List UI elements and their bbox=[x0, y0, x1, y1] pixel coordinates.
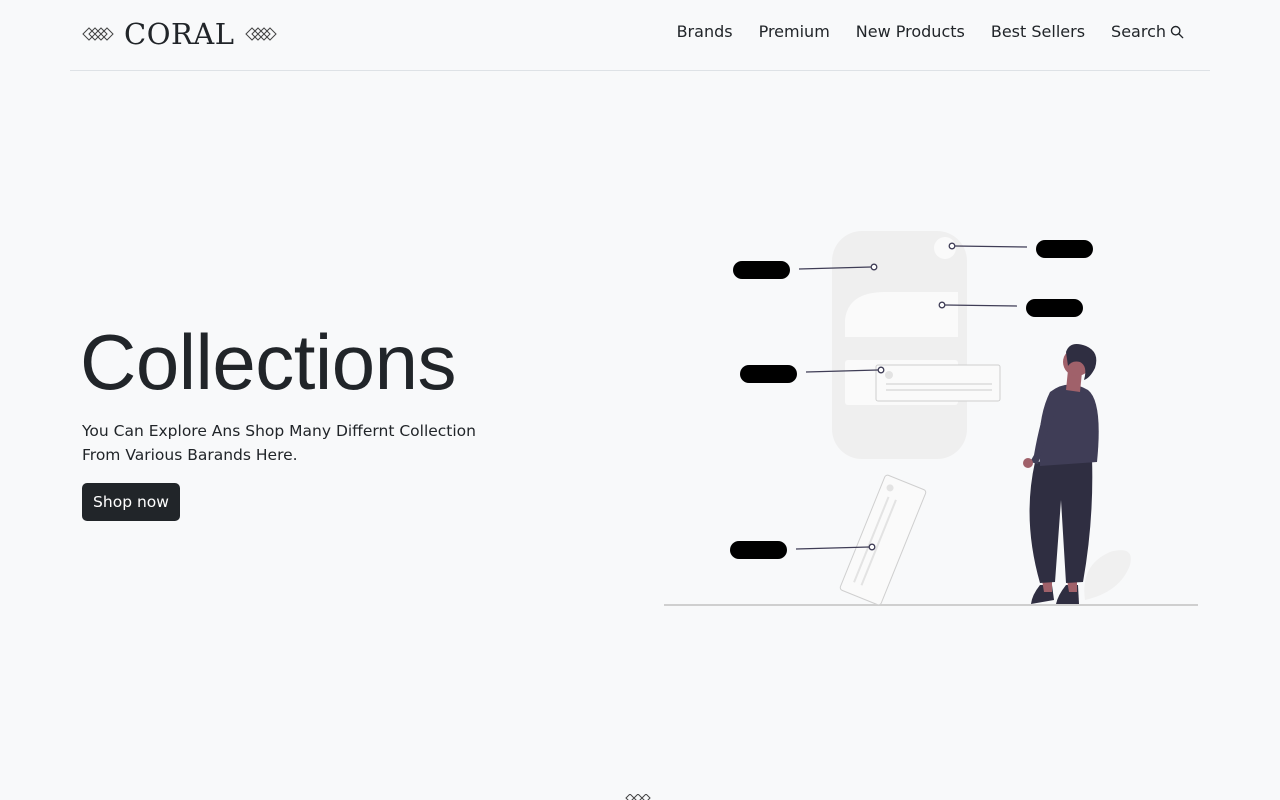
main-nav: Brands Premium New Products Best Sellers… bbox=[677, 22, 1184, 41]
hero-description: You Can Explore Ans Shop Many Differnt C… bbox=[82, 419, 482, 467]
nav-label: Premium bbox=[758, 22, 830, 41]
search-icon bbox=[1170, 25, 1184, 38]
hero-illustration bbox=[664, 231, 1198, 606]
navbar: CORAL Brands Premium New Products Best S… bbox=[70, 0, 1210, 71]
nav-brands[interactable]: Brands bbox=[677, 22, 733, 41]
hero-description-line: You Can Explore Ans Shop Many Differnt C… bbox=[82, 422, 476, 440]
hero-title: Collections bbox=[80, 318, 457, 406]
brand-name: CORAL bbox=[124, 17, 235, 51]
nav-label: Brands bbox=[676, 22, 733, 41]
nav-best-sellers[interactable]: Best Sellers bbox=[991, 22, 1085, 41]
brand-logo[interactable]: CORAL bbox=[82, 14, 277, 54]
diamond-ornament-bottom-icon bbox=[625, 794, 651, 800]
nav-label: New Products bbox=[855, 22, 965, 41]
hero-description-line: From Various Barands Here. bbox=[82, 446, 298, 464]
diamond-ornament-right-icon bbox=[244, 27, 277, 41]
shop-now-button[interactable]: Shop now bbox=[82, 483, 180, 521]
nav-label: Search bbox=[1111, 22, 1166, 41]
diamond-ornament-left-icon bbox=[82, 27, 114, 41]
nav-label: Best Sellers bbox=[990, 22, 1086, 41]
nav-search[interactable]: Search bbox=[1111, 22, 1184, 41]
nav-new-products[interactable]: New Products bbox=[856, 22, 965, 41]
nav-premium[interactable]: Premium bbox=[759, 22, 830, 41]
